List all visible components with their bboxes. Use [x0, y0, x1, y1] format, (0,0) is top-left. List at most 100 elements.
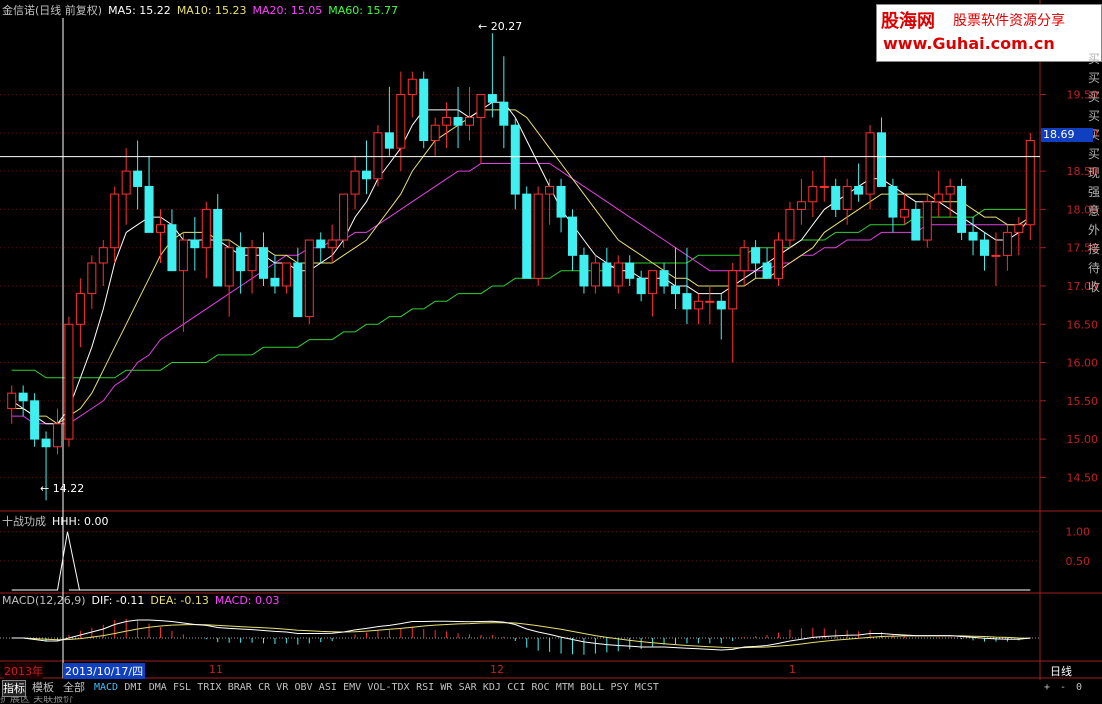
- tab-trix[interactable]: TRIX: [197, 680, 221, 695]
- candle-body-72: [831, 185, 841, 210]
- candle-body-73: [842, 185, 852, 210]
- tab-template[interactable]: 模板: [32, 680, 54, 695]
- candle-body-17: [201, 208, 211, 249]
- candle-body-3: [41, 438, 51, 448]
- month-12-label: 12: [490, 663, 504, 676]
- price-tick-label-7: 16.00: [1067, 357, 1099, 370]
- candle-body-62: [716, 300, 726, 310]
- year-label: 2013年: [4, 663, 43, 679]
- candle-body-68: [785, 208, 795, 241]
- logo-tagline: 股票软件资源分享: [953, 13, 1065, 29]
- zoom-button-reset[interactable]: 0: [1076, 680, 1082, 695]
- tab-macd[interactable]: MACD: [94, 680, 118, 695]
- macd-dif-line: [11, 619, 1031, 651]
- candle-body-55: [636, 277, 646, 295]
- candle-body-13: [155, 224, 166, 233]
- candle-body-50: [579, 254, 589, 287]
- candle-body-10: [121, 170, 131, 195]
- candle-body-36: [419, 78, 429, 141]
- side-signal-text: 买买买买买买现强意外接待收: [1088, 52, 1101, 294]
- tab-all[interactable]: 全部: [63, 680, 85, 695]
- price-tick-label-10: 14.50: [1067, 471, 1099, 484]
- tab-dmi[interactable]: DMI: [124, 680, 142, 695]
- tab-kdj[interactable]: KDJ: [483, 680, 501, 695]
- tab-mcst[interactable]: MCST: [635, 680, 659, 695]
- candle-body-44: [510, 124, 520, 195]
- candle-body-30: [350, 170, 360, 195]
- candle-body-59: [682, 293, 692, 310]
- tab-dma[interactable]: DMA: [149, 680, 167, 695]
- ind-value-0: HHH: 0.00: [52, 515, 109, 528]
- macd-title: MACD(12,26,9): [2, 594, 86, 607]
- high-annotation: ← 20.27: [478, 20, 523, 33]
- candle-body-89: [1025, 140, 1035, 226]
- tab-vr[interactable]: VR: [276, 680, 288, 695]
- candle-body-88: [1014, 224, 1024, 233]
- candle-body-54: [625, 262, 635, 279]
- crosshair-price-label: 18.69: [1041, 128, 1093, 142]
- candle-body-84: [968, 231, 978, 241]
- candle-body-32: [373, 132, 383, 180]
- candle-body-24: [281, 262, 291, 287]
- tab-asi[interactable]: ASI: [319, 680, 337, 695]
- tab-brar[interactable]: BRAR: [228, 680, 252, 695]
- main-value-3: MA60: 15.77: [328, 4, 398, 17]
- candle-body-27: [316, 239, 326, 249]
- tab-rsi[interactable]: RSI: [416, 680, 434, 695]
- tab-sar[interactable]: SAR: [459, 680, 477, 695]
- candle-body-39: [453, 117, 463, 126]
- candle-body-63: [728, 270, 738, 310]
- candle-body-19: [224, 247, 234, 287]
- candle-body-74: [854, 185, 864, 195]
- candle-body-25: [293, 262, 303, 318]
- tab-wr[interactable]: WR: [440, 680, 452, 695]
- tab-cci[interactable]: CCI: [507, 680, 525, 695]
- candle-body-52: [602, 262, 612, 287]
- candle-body-15: [178, 239, 188, 272]
- ind-tick-label-0: 1.00: [1066, 526, 1091, 539]
- period-label[interactable]: 日线: [1050, 663, 1072, 679]
- guhai-logo: 股海网 股票软件资源分享 www.Guhai.com.cn: [876, 4, 1102, 62]
- tab-fsl[interactable]: FSL: [173, 680, 191, 695]
- candle-body-80: [922, 201, 932, 241]
- candle-body-23: [270, 277, 280, 287]
- candle-body-66: [762, 262, 772, 279]
- candle-body-7: [87, 262, 97, 295]
- tab-obv[interactable]: OBV: [295, 680, 313, 695]
- candle-body-64: [739, 247, 749, 272]
- candle-body-22: [258, 247, 269, 279]
- tab-boll[interactable]: BOLL: [580, 680, 604, 695]
- ma20-line: [11, 163, 1031, 425]
- candle-body-60: [693, 300, 703, 310]
- tab-mtm[interactable]: MTM: [556, 680, 574, 695]
- candle-body-26: [304, 239, 314, 318]
- tab-roc[interactable]: ROC: [532, 680, 550, 695]
- zoom-button-minus[interactable]: -: [1060, 680, 1066, 695]
- candle-body-8: [98, 247, 108, 264]
- tab-vol-tdx[interactable]: VOL-TDX: [367, 680, 409, 695]
- footer-bar: 扩展区 关联报价: [0, 696, 74, 704]
- candle-body-20: [236, 247, 246, 272]
- low-annotation: ← 14.22: [40, 482, 85, 495]
- candle-body-40: [464, 117, 475, 126]
- tab-psy[interactable]: PSY: [611, 680, 629, 695]
- main-title: 金信诺(日线 前复权): [2, 4, 103, 17]
- candle-body-1: [18, 392, 28, 402]
- price-tick-label-6: 16.50: [1067, 318, 1099, 331]
- candle-body-35: [407, 78, 417, 96]
- macd-value-0: DIF: -0.11: [91, 594, 145, 607]
- ind-title: 十战功成: [2, 515, 46, 528]
- tab-cr[interactable]: CR: [258, 680, 270, 695]
- candle-body-12: [144, 185, 154, 233]
- candle-body-21: [247, 247, 257, 272]
- zoom-button-plus[interactable]: +: [1044, 680, 1050, 695]
- candle-body-47: [545, 185, 555, 195]
- candle-body-18: [213, 208, 223, 287]
- price-tick-label-9: 15.00: [1067, 433, 1099, 446]
- candle-body-6: [75, 293, 85, 325]
- candle-body-28: [327, 239, 337, 249]
- candle-body-48: [556, 185, 566, 218]
- tab-indicator[interactable]: 指标: [2, 680, 26, 697]
- tab-emv[interactable]: EMV: [343, 680, 361, 695]
- candle-body-69: [796, 201, 806, 210]
